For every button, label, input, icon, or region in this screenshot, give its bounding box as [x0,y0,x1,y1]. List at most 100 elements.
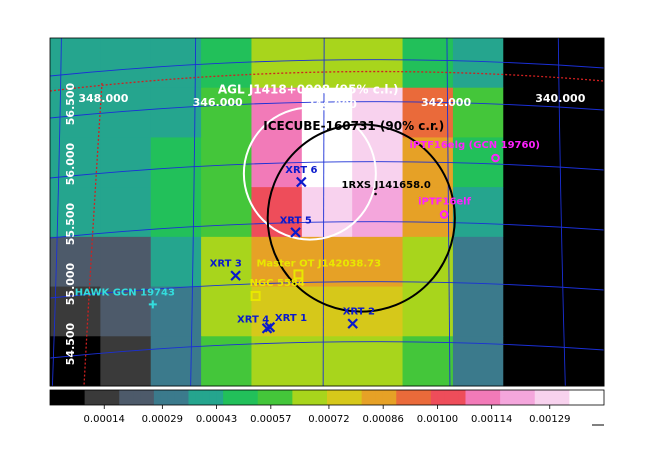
colorbar-swatch [562,390,570,405]
heatmap-cell [503,187,555,238]
heatmap-cell [452,187,504,238]
heatmap-cell [452,286,504,337]
heatmap-cell [553,38,605,89]
colorbar-swatch [84,390,93,405]
colorbar-swatch [368,390,377,405]
colorbar-tick-label: 0.00114 [471,414,512,425]
colorbar-swatch [423,390,432,405]
heatmap-cell [100,336,152,387]
colorbar-swatch [153,390,162,405]
marker-label: XRT 5 [280,215,312,226]
colorbar-swatch [555,390,564,405]
heatmap-cell [100,236,152,288]
heatmap-cell [100,38,152,89]
heatmap-cell [352,336,404,387]
heatmap-cell [50,38,101,89]
colorbar-swatch [119,390,127,405]
marker-label: XRT 3 [210,259,242,270]
colorbar-swatch [223,390,231,405]
marker-label: NGC 5584 [250,278,305,289]
error-circle-label: AGL J1418+0008 (95% c.l.) [218,83,399,97]
ra-tick-label: 342.000 [421,96,471,109]
colorbar-swatch [500,390,508,405]
heatmap-cell [503,286,555,337]
colorbar-swatch [333,390,342,405]
colorbar-swatch [347,390,356,405]
colorbar-swatch [430,390,439,405]
heatmap-cell [301,38,353,89]
heatmap-cell [503,236,555,288]
dec-tick-label: 55.000 [64,262,77,305]
colorbar-swatch [590,390,598,405]
dec-tick-label: 56.500 [64,82,77,125]
colorbar-tick-labels: 0.00014 0.00029 0.00043 0.00057 0.00072 0.000… [84,405,604,426]
colorbar-swatch [195,390,203,405]
colorbar-swatch [174,390,183,405]
colorbar-swatch [146,390,155,405]
colorbar-swatch [160,390,169,405]
colorbar-tick-label: 0.00129 [529,414,570,425]
colorbar-swatch [410,390,418,405]
heatmap-cell [553,286,605,337]
marker-label: HAWK GCN 19743 [75,287,175,298]
colorbar-swatch [465,390,474,405]
marker-label: Master OT J142038.73 [256,258,381,269]
dec-tick-label: 54.500 [64,322,77,365]
colorbar-swatch [50,390,58,405]
marker-label: iPTF16elf [418,196,472,207]
colorbar-swatch [271,390,280,405]
heatmap-cell [201,286,252,337]
colorbar-swatch [389,390,397,405]
heatmap-cell [402,286,454,337]
colorbar-swatch [91,390,100,405]
colorbar-swatch [63,390,72,405]
colorbar-swatch [126,390,134,405]
heatmap-cell [402,236,454,288]
marker-label: XRT 1 [275,313,307,324]
colorbar-swatch [56,390,65,405]
colorbar-swatch [257,390,266,405]
colorbar-swatch [541,390,550,405]
colorbar-tick-label: 0.00057 [250,414,291,425]
colorbar-swatch [403,390,411,405]
colorbar-swatch [534,390,543,405]
heatmap-cell [352,187,404,238]
dec-tick-labels: 56.500 56.000 55.500 55.000 54.500 [64,82,77,365]
colorbar-swatch [105,390,113,405]
colorbar-swatch [98,390,106,405]
heatmap-cell [402,38,454,89]
marker-label: 1RXS J141658.0 [342,180,431,191]
colorbar-swatch [340,390,349,405]
colorbar-swatch [243,390,252,405]
colorbar-swatch [417,390,425,405]
colorbar-swatch [548,390,557,405]
marker-label: XRT 4 [237,314,269,325]
colorbar-swatch [188,390,197,405]
colorbar-swatch [569,390,577,405]
colorbar-swatch [437,390,446,405]
marker-label: iPTF16elg (GCN 19760) [409,140,540,151]
colorbar-swatch [375,390,383,405]
colorbar-swatch [451,390,460,405]
colorbar-swatch [313,390,321,405]
heatmap-cell [452,236,504,288]
heatmap-cell [352,38,404,89]
heatmap-cell [100,137,152,188]
colorbar-swatch [285,390,293,405]
colorbar-swatch [112,390,120,405]
colorbar-swatch [299,390,307,405]
heatmap-cell [553,336,605,387]
error-circle-label: ICECUBE-160731 (90% c.r.) [263,119,444,133]
colorbar-swatch [527,390,536,405]
colorbar-swatch [320,390,328,405]
colorbar-swatch [382,390,390,405]
heatmap-cell [402,336,454,387]
colorbar-swatch [396,390,404,405]
colorbar-swatch [230,390,238,405]
colorbar-swatch [507,390,515,405]
heatmap-cell [452,38,504,89]
heatmap-cell [251,38,303,89]
colorbar [49,389,605,406]
colorbar-swatch [520,390,529,405]
colorbar-swatch [216,390,224,405]
